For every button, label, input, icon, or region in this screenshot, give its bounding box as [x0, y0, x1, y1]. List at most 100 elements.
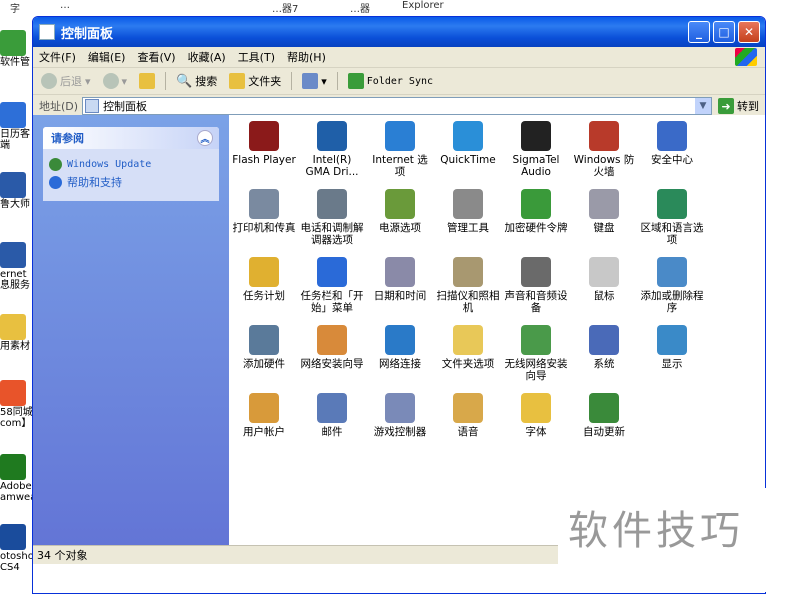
title-bar[interactable]: 控制面板 _ □ ✕: [33, 17, 765, 47]
item-label: 邮件: [321, 426, 343, 438]
desktop-top-label: …器: [350, 4, 370, 15]
item-label: 文件夹选项: [441, 358, 495, 370]
control-panel-item[interactable]: 加密硬件令牌: [503, 189, 569, 234]
desktop-top-label: …器7: [272, 4, 299, 15]
control-panel-item[interactable]: 扫描仪和照相机: [435, 257, 501, 314]
item-label: 区域和语言选项: [640, 222, 704, 246]
control-panel-item[interactable]: 添加或删除程序: [639, 257, 705, 314]
windows-update-link[interactable]: Windows Update: [49, 158, 213, 171]
desktop-icon-ludashi[interactable]: 鲁大师: [0, 172, 36, 210]
chevron-down-icon: ▾: [121, 74, 128, 88]
item-label: 任务计划: [243, 290, 285, 302]
control-panel-item[interactable]: 任务栏和「开始」菜单: [299, 257, 365, 314]
menu-view[interactable]: 查看(V): [131, 49, 181, 65]
close-button[interactable]: ✕: [738, 21, 760, 43]
control-panel-item[interactable]: SigmaTel Audio: [503, 121, 569, 178]
control-panel-item[interactable]: 用户帐户: [231, 393, 297, 438]
back-button[interactable]: 后退 ▾: [37, 73, 95, 89]
control-panel-item[interactable]: 邮件: [299, 393, 365, 438]
control-panel-item[interactable]: 任务计划: [231, 257, 297, 302]
control-panel-icon: [39, 24, 55, 40]
desktop-top-label: Explorer: [402, 0, 444, 11]
address-input[interactable]: 控制面板 ▼: [82, 97, 712, 115]
control-panel-item[interactable]: 自动更新: [571, 393, 637, 438]
control-panel-item[interactable]: 显示: [639, 325, 705, 370]
control-panel-item[interactable]: 语音: [435, 393, 501, 438]
token-icon: [521, 189, 551, 219]
control-panel-item[interactable]: 系统: [571, 325, 637, 370]
control-panel-item[interactable]: 游戏控制器: [367, 393, 433, 438]
address-dropdown-button[interactable]: ▼: [695, 98, 711, 114]
see-also-header[interactable]: 请参阅 ︽: [43, 127, 219, 149]
menu-favorites[interactable]: 收藏(A): [182, 49, 232, 65]
link-label: 帮助和支持: [67, 176, 122, 189]
speech-icon: [453, 393, 483, 423]
control-panel-item[interactable]: 键盘: [571, 189, 637, 234]
software-manager-icon: [0, 30, 26, 56]
control-panel-item[interactable]: 字体: [503, 393, 569, 438]
control-panel-item[interactable]: Intel(R) GMA Dri...: [299, 121, 365, 178]
item-label: 自动更新: [583, 426, 625, 438]
control-panel-item[interactable]: Flash Player: [231, 121, 297, 166]
control-panel-item[interactable]: 添加硬件: [231, 325, 297, 370]
item-label: Flash Player: [232, 154, 296, 166]
control-panel-item[interactable]: 电话和调制解调器选项: [299, 189, 365, 246]
toolbar-separator: [291, 72, 293, 90]
menu-file[interactable]: 文件(F): [33, 49, 82, 65]
folder-sync-button[interactable]: Folder Sync: [344, 73, 437, 89]
address-label: 地址(D): [39, 100, 79, 113]
internet-service-icon: [0, 242, 26, 268]
collapse-chevron-icon[interactable]: ︽: [197, 130, 213, 146]
windows-flag-icon: [735, 48, 757, 66]
desktop-icon-58[interactable]: 58同城 com】: [0, 380, 36, 429]
control-panel-item[interactable]: 网络连接: [367, 325, 433, 370]
minimize-button[interactable]: _: [688, 21, 710, 43]
menu-help[interactable]: 帮助(H): [281, 49, 332, 65]
desktop-icon-materials[interactable]: 用素材: [0, 314, 36, 352]
add-hardware-icon: [249, 325, 279, 355]
user-accounts-icon: [249, 393, 279, 423]
control-panel-item[interactable]: 区域和语言选项: [639, 189, 705, 246]
control-panel-item[interactable]: 声音和音频设备: [503, 257, 569, 314]
forward-button[interactable]: ▾: [99, 73, 132, 89]
desktop-icon-dreamweaver[interactable]: Adobe amwea.: [0, 454, 40, 503]
control-panel-item[interactable]: Internet 选项: [367, 121, 433, 178]
control-panel-item[interactable]: 无线网络安装向导: [503, 325, 569, 382]
item-label: 鼠标: [593, 290, 615, 302]
help-support-link[interactable]: 帮助和支持: [49, 174, 213, 190]
control-panel-item[interactable]: 文件夹选项: [435, 325, 501, 370]
control-panel-item[interactable]: 管理工具: [435, 189, 501, 234]
desktop-icon-label: 日历客端: [0, 129, 30, 151]
control-panel-item[interactable]: 日期和时间: [367, 257, 433, 302]
go-button[interactable]: ➜ 转到: [712, 98, 765, 114]
desktop-icon-calendar[interactable]: 日历客端: [0, 102, 36, 151]
control-panel-item[interactable]: 鼠标: [571, 257, 637, 302]
search-button[interactable]: 🔍 搜索: [172, 73, 221, 89]
menu-edit[interactable]: 编辑(E): [82, 49, 132, 65]
control-panel-item[interactable]: QuickTime: [435, 121, 501, 166]
toolbar-separator: [165, 72, 167, 90]
item-label: 无线网络安装向导: [504, 358, 568, 382]
desktop-icon-software-manager[interactable]: 软件管: [0, 30, 36, 68]
watermark-text: 软件技巧: [568, 508, 744, 554]
desktop-icon-internet-service[interactable]: ernet 息服务: [0, 242, 36, 291]
up-button[interactable]: [135, 73, 159, 89]
control-panel-item[interactable]: Windows 防火墙: [571, 121, 637, 178]
views-button[interactable]: ▾: [298, 73, 331, 89]
control-panel-item[interactable]: 电源选项: [367, 189, 433, 234]
item-label: Windows 防火墙: [573, 154, 635, 178]
item-label: 系统: [593, 358, 615, 370]
search-icon: 🔍: [176, 73, 193, 89]
maximize-button[interactable]: □: [713, 21, 735, 43]
control-panel-item[interactable]: 安全中心: [639, 121, 705, 166]
desktop-icon-label: 用素材: [0, 341, 30, 352]
phone-modem-icon: [317, 189, 347, 219]
menu-tools[interactable]: 工具(T): [232, 49, 281, 65]
keyboard-icon: [589, 189, 619, 219]
desktop-icon-photoshop[interactable]: otosho CS4: [0, 524, 36, 573]
control-panel-item[interactable]: 打印机和传真: [231, 189, 297, 234]
globe-icon: [657, 189, 687, 219]
control-panel-item[interactable]: 网络安装向导: [299, 325, 365, 370]
desktop-top-label: 字: [10, 4, 20, 15]
folders-button[interactable]: 文件夹: [225, 73, 285, 89]
